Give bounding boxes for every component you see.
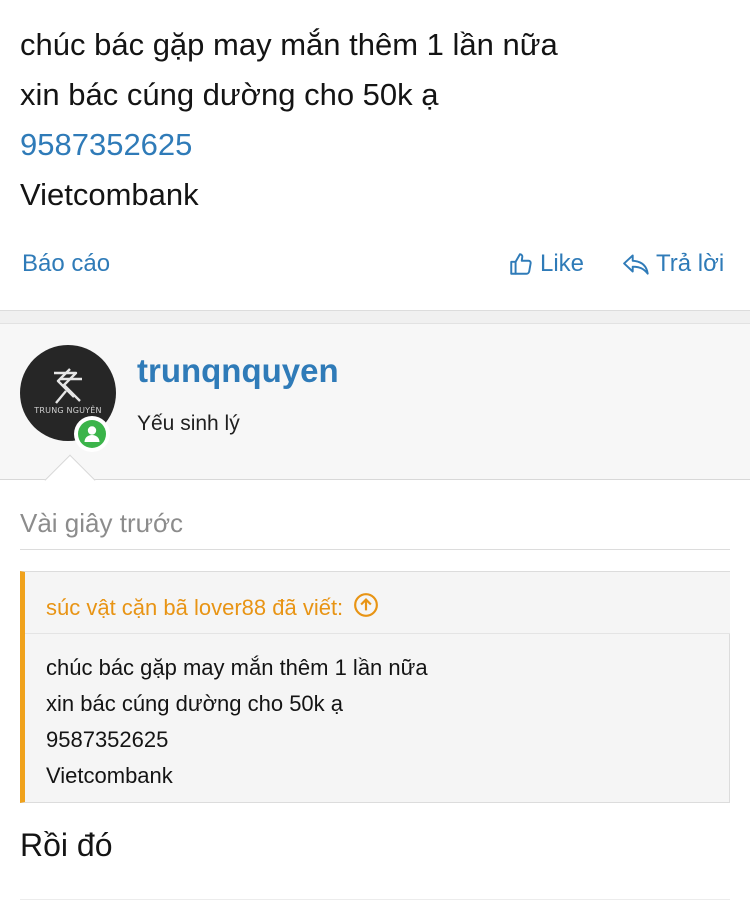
quote-line: xin bác cúng dường cho 50k ạ: [46, 691, 344, 716]
online-status-icon: [74, 416, 110, 452]
reply-label: Trả lời: [656, 250, 725, 277]
user-title: Yếu sinh lý: [137, 412, 240, 435]
avatar-logo-text: TRUNG NGUYÊN: [34, 406, 102, 415]
previous-post-line: xin bác cúng dường cho 50k ạ: [20, 77, 439, 112]
previous-post: chúc bác gặp may mắn thêm 1 lần nữa xin …: [0, 0, 750, 310]
reply-message: Rồi đó: [20, 827, 113, 863]
author-panel: TRUNG NGUYÊN trunqnquyen Yếu sinh lý: [0, 324, 750, 480]
reply-button[interactable]: Trả lời: [622, 250, 724, 278]
bank-name: Vietcombank: [20, 177, 199, 212]
jump-to-quote-icon[interactable]: [353, 592, 379, 624]
like-label: Like: [540, 250, 585, 277]
divider: [20, 899, 730, 900]
quote-author-link[interactable]: súc vật cặn bã lover88 đã viết:: [46, 592, 379, 624]
quote-body: chúc bác gặp may mắn thêm 1 lần nữa xin …: [46, 650, 428, 794]
quote-line: chúc bác gặp may mắn thêm 1 lần nữa: [46, 655, 428, 680]
quote-author-text: súc vật cặn bã lover88 đã viết:: [46, 595, 344, 620]
reply-arrow-icon: [622, 251, 652, 277]
previous-post-line: chúc bác gặp may mắn thêm 1 lần nữa: [20, 27, 558, 62]
quote-header: súc vật cặn bã lover88 đã viết:: [25, 572, 730, 634]
like-button[interactable]: Like: [508, 250, 584, 278]
quote-block: súc vật cặn bã lover88 đã viết: chúc bác…: [20, 571, 730, 803]
thumbs-up-icon: [508, 251, 534, 277]
quote-line: Vietcombank: [46, 763, 173, 788]
quote-line: 9587352625: [46, 727, 169, 752]
post-timestamp[interactable]: Vài giây trước: [20, 508, 183, 539]
post-content: Vài giây trước súc vật cặn bã lover88 đã…: [0, 481, 750, 905]
post-actions: Báo cáo Like Trả lời: [0, 246, 750, 286]
post-separator: [0, 310, 750, 324]
divider: [20, 549, 730, 550]
previous-post-body: chúc bác gặp may mắn thêm 1 lần nữa xin …: [20, 20, 558, 220]
report-link[interactable]: Báo cáo: [22, 250, 110, 278]
username-link[interactable]: trunqnquyen: [137, 352, 339, 390]
phone-link[interactable]: 9587352625: [20, 120, 558, 170]
